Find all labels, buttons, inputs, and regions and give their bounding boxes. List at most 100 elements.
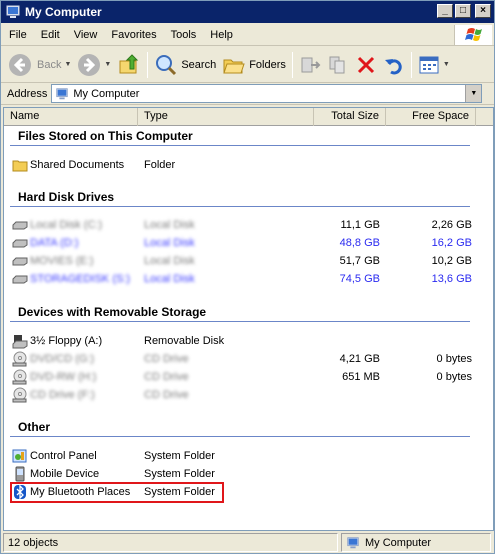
hard-disk-icon: [12, 239, 28, 248]
item-free-space: 10,2 GB: [431, 255, 472, 267]
views-dropdown-icon[interactable]: ▼: [443, 61, 450, 68]
move-to-button[interactable]: [296, 50, 324, 80]
title-bar[interactable]: My Computer _ □ ×: [1, 1, 494, 23]
address-label: Address: [7, 87, 48, 100]
item-free-space: 0 bytes: [436, 371, 472, 383]
computer-icon: [6, 5, 20, 18]
item-name: DATA (D:): [30, 237, 79, 249]
close-button[interactable]: ×: [475, 4, 491, 18]
item-free-space: 16,2 GB: [431, 237, 472, 249]
file-list-view[interactable]: Name Type Total Size Free Space Files St…: [3, 107, 494, 531]
status-object-count: 12 objects: [3, 533, 338, 552]
item-name: STORAGEDISK (S:): [30, 273, 131, 285]
hard-disk-icon: [12, 257, 28, 266]
group-header-hard-disks: Hard Disk Drives: [18, 190, 115, 204]
move-to-icon: [301, 57, 321, 72]
list-item-cd-drive-g[interactable]: DVD/CD (G:) CD Drive 4,21 GB 0 bytes: [10, 350, 472, 368]
item-type: Local Disk: [144, 255, 195, 267]
views-icon: [419, 56, 439, 73]
my-computer-window: My Computer _ □ × File Edit View Favorit…: [0, 0, 495, 554]
item-name: DVD/CD (G:): [30, 353, 95, 365]
delete-x-icon: [357, 56, 374, 73]
toolbar-separator: [410, 51, 412, 78]
item-total-size: 11,1 GB: [340, 219, 380, 231]
minimize-button[interactable]: _: [437, 4, 453, 18]
group-divider: [10, 206, 470, 207]
status-location: My Computer: [341, 533, 491, 552]
forward-dropdown-icon[interactable]: ▼: [104, 61, 111, 68]
back-button[interactable]: Back ▼: [5, 50, 74, 80]
folders-button[interactable]: Folders: [219, 50, 289, 80]
item-name: 3½ Floppy (A:): [30, 335, 103, 347]
maximize-button[interactable]: □: [455, 4, 471, 18]
toolbar-separator: [147, 51, 149, 78]
folder-icon: [12, 160, 28, 172]
column-total-size[interactable]: Total Size: [314, 108, 386, 126]
undo-icon: [384, 58, 402, 74]
address-dropdown-icon[interactable]: ▼: [465, 85, 482, 102]
item-type: Local Disk: [144, 237, 195, 249]
group-divider: [10, 145, 470, 146]
folders-icon: [223, 59, 245, 73]
group-header-removable: Devices with Removable Storage: [18, 305, 207, 319]
item-name: Control Panel: [30, 450, 97, 462]
status-location-label: My Computer: [365, 536, 432, 549]
undo-button[interactable]: [380, 50, 408, 80]
item-name: DVD-RW (H:): [30, 371, 97, 383]
item-type: Local Disk: [144, 219, 195, 231]
column-free-space[interactable]: Free Space: [386, 108, 476, 126]
control-panel-icon: [12, 449, 27, 463]
column-type[interactable]: Type: [138, 108, 314, 126]
cd-drive-icon: [12, 369, 27, 385]
item-type: Local Disk: [144, 273, 195, 285]
delete-button[interactable]: [352, 50, 380, 80]
copy-to-button[interactable]: [324, 50, 352, 80]
back-dropdown-icon[interactable]: ▼: [64, 61, 71, 68]
list-item-storage-disk[interactable]: STORAGEDISK (S:) Local Disk 74,5 GB 13,6…: [10, 270, 472, 288]
search-button[interactable]: Search: [151, 50, 219, 80]
item-name: Shared Documents: [30, 159, 125, 171]
floppy-drive-icon: [12, 335, 28, 349]
window-title: My Computer: [25, 5, 102, 19]
address-input[interactable]: My Computer ▼: [51, 84, 483, 103]
computer-icon: [56, 87, 69, 99]
menu-view[interactable]: View: [68, 29, 104, 41]
item-type: CD Drive: [144, 353, 189, 365]
list-item-floppy[interactable]: 3½ Floppy (A:) Removable Disk: [10, 332, 470, 350]
cd-drive-icon: [12, 351, 27, 367]
menu-file[interactable]: File: [3, 29, 33, 41]
status-bar: 12 objects My Computer: [1, 532, 494, 553]
item-type: Removable Disk: [144, 335, 225, 347]
forward-button[interactable]: ▼: [74, 50, 114, 80]
column-name[interactable]: Name: [4, 108, 138, 126]
list-item-local-disk[interactable]: Local Disk (C:) Local Disk 11,1 GB 2,26 …: [10, 216, 472, 234]
column-header: Name Type Total Size Free Space: [4, 108, 493, 126]
list-item-control-panel[interactable]: Control Panel System Folder: [10, 447, 470, 465]
menu-tools[interactable]: Tools: [165, 29, 203, 41]
item-free-space: 0 bytes: [436, 353, 472, 365]
menu-edit[interactable]: Edit: [35, 29, 66, 41]
menu-help[interactable]: Help: [204, 29, 239, 41]
item-name: CD Drive (F:): [30, 389, 95, 401]
group-header-other: Other: [18, 420, 51, 434]
list-item-mobile-device[interactable]: Mobile Device System Folder: [10, 465, 470, 483]
item-total-size: 4,21 GB: [339, 353, 380, 365]
group-divider: [10, 321, 470, 322]
folders-label: Folders: [249, 58, 286, 71]
hard-disk-icon: [12, 221, 28, 230]
item-type: System Folder: [144, 450, 215, 462]
folder-up-icon: [119, 53, 139, 73]
list-item-movies-disk[interactable]: MOVIES (E:) Local Disk 51,7 GB 10,2 GB: [10, 252, 472, 270]
search-label: Search: [181, 58, 217, 71]
list-item-cd-drive-f[interactable]: CD Drive (F:) CD Drive: [10, 386, 470, 404]
up-button[interactable]: [114, 50, 144, 80]
list-item-data-disk[interactable]: DATA (D:) Local Disk 48,8 GB 16,2 GB: [10, 234, 472, 252]
views-button[interactable]: ▼: [415, 50, 453, 80]
list-item-cd-drive-h[interactable]: DVD-RW (H:) CD Drive 651 MB 0 bytes: [10, 368, 472, 386]
forward-arrow-icon: [78, 53, 101, 76]
item-total-size: 51,7 GB: [339, 255, 380, 267]
item-free-space: 2,26 GB: [431, 219, 472, 231]
list-item-shared-documents[interactable]: Shared Documents Folder: [10, 156, 470, 174]
menu-favorites[interactable]: Favorites: [105, 29, 162, 41]
item-total-size: 48,8 GB: [339, 237, 380, 249]
